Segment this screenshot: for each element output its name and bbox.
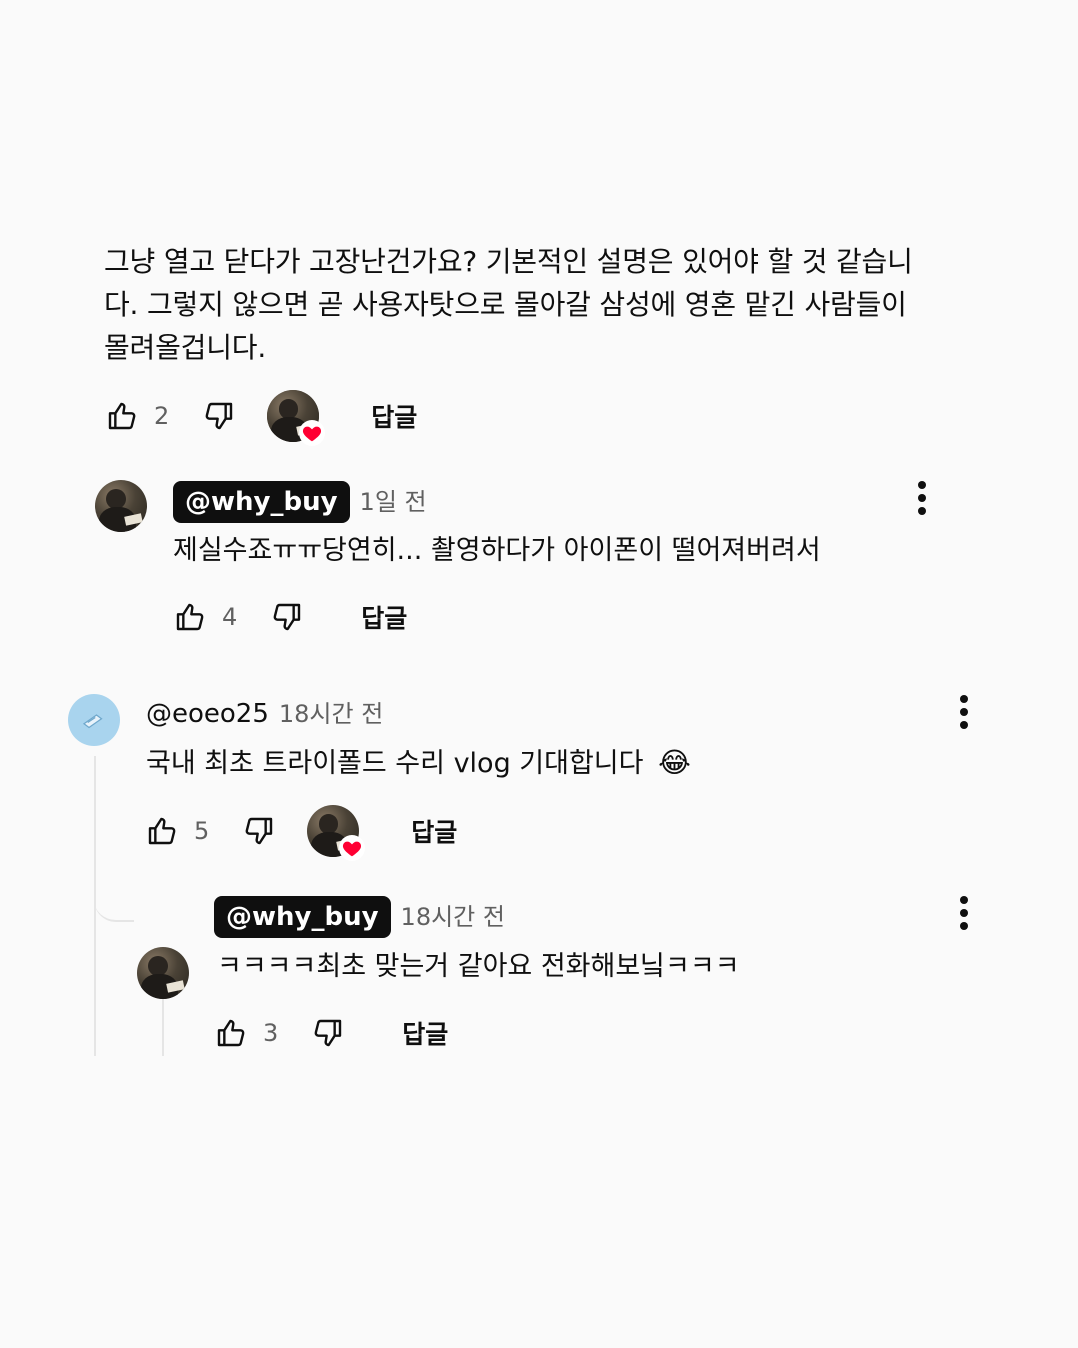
comment-body: 그냥 열고 닫다가 고장난건가요? 기본적인 설명은 있어야 할 것 같습니 다… xyxy=(104,240,984,369)
comment-header: @eoeo25 18시간 전 xyxy=(146,697,383,731)
avatar[interactable] xyxy=(95,480,147,532)
channel-handle[interactable]: @why_buy xyxy=(214,896,391,938)
avatar[interactable] xyxy=(68,694,120,746)
heart-icon xyxy=(299,420,326,446)
comment-text: 국내 최초 트라이폴드 수리 vlog 기대합니다 😂 xyxy=(146,745,691,782)
dislike-icon[interactable] xyxy=(201,398,237,434)
like-count: 4 xyxy=(222,603,238,631)
reply-text: 제실수죠ㅠㅠ당연히... 촬영하다가 아이폰이 떨어져버려서 xyxy=(173,535,821,566)
reply-button[interactable]: 답글 xyxy=(371,398,417,434)
comment-time: 18시간 전 xyxy=(278,700,384,728)
comment-actions: 2 답글 xyxy=(104,390,417,446)
reply-button[interactable]: 답글 xyxy=(411,813,457,849)
like-count: 2 xyxy=(154,402,170,430)
comment-time: 1일 전 xyxy=(359,488,427,516)
reply-header: @why_buy 18시간 전 xyxy=(214,896,505,938)
like-count: 3 xyxy=(263,1019,279,1047)
laughing-emoji-icon: 😂 xyxy=(658,746,691,779)
creator-heart-avatar xyxy=(267,390,326,446)
more-options-icon[interactable] xyxy=(949,893,979,933)
comment-text-line: 그냥 열고 닫다가 고장난건가요? 기본적인 설명은 있어야 할 것 같습니 xyxy=(104,245,913,278)
like-icon[interactable] xyxy=(104,398,140,434)
dislike-icon[interactable] xyxy=(310,1015,346,1051)
reply-actions: 3 답글 xyxy=(213,1008,448,1058)
comment-actions: 5 답글 xyxy=(144,805,457,861)
dislike-icon[interactable] xyxy=(241,813,277,849)
channel-handle[interactable]: @eoeo25 xyxy=(146,697,269,731)
avatar[interactable] xyxy=(137,947,189,999)
reply-header: @why_buy 1일 전 xyxy=(173,481,427,523)
like-icon[interactable] xyxy=(144,813,180,849)
comment-time: 18시간 전 xyxy=(400,903,505,931)
channel-handle[interactable]: @why_buy xyxy=(173,481,350,523)
like-icon[interactable] xyxy=(172,599,208,635)
reply-actions: 4 답글 xyxy=(172,592,407,642)
like-count: 5 xyxy=(194,817,210,845)
comment-text-content: 국내 최초 트라이폴드 수리 vlog 기대합니다 xyxy=(146,748,644,779)
more-options-icon[interactable] xyxy=(907,478,937,518)
more-options-icon[interactable] xyxy=(949,692,979,732)
comment-text-line: 다. 그렇지 않으면 곧 사용자탓으로 몰아갈 삼성에 영혼 맡긴 사람들이 xyxy=(104,288,907,321)
dislike-icon[interactable] xyxy=(269,599,305,635)
thread-connector xyxy=(94,880,134,922)
like-icon[interactable] xyxy=(213,1015,249,1051)
heart-icon xyxy=(339,835,366,861)
reply-button[interactable]: 답글 xyxy=(361,599,407,635)
creator-heart-avatar xyxy=(307,805,366,861)
comment-text-line: 몰려올겁니다. xyxy=(104,331,267,364)
reply-text: ㅋㅋㅋㅋ최초 맞는거 같아요 전화해보닠ㅋㅋㅋ xyxy=(217,951,740,982)
reply-button[interactable]: 답글 xyxy=(402,1015,448,1051)
